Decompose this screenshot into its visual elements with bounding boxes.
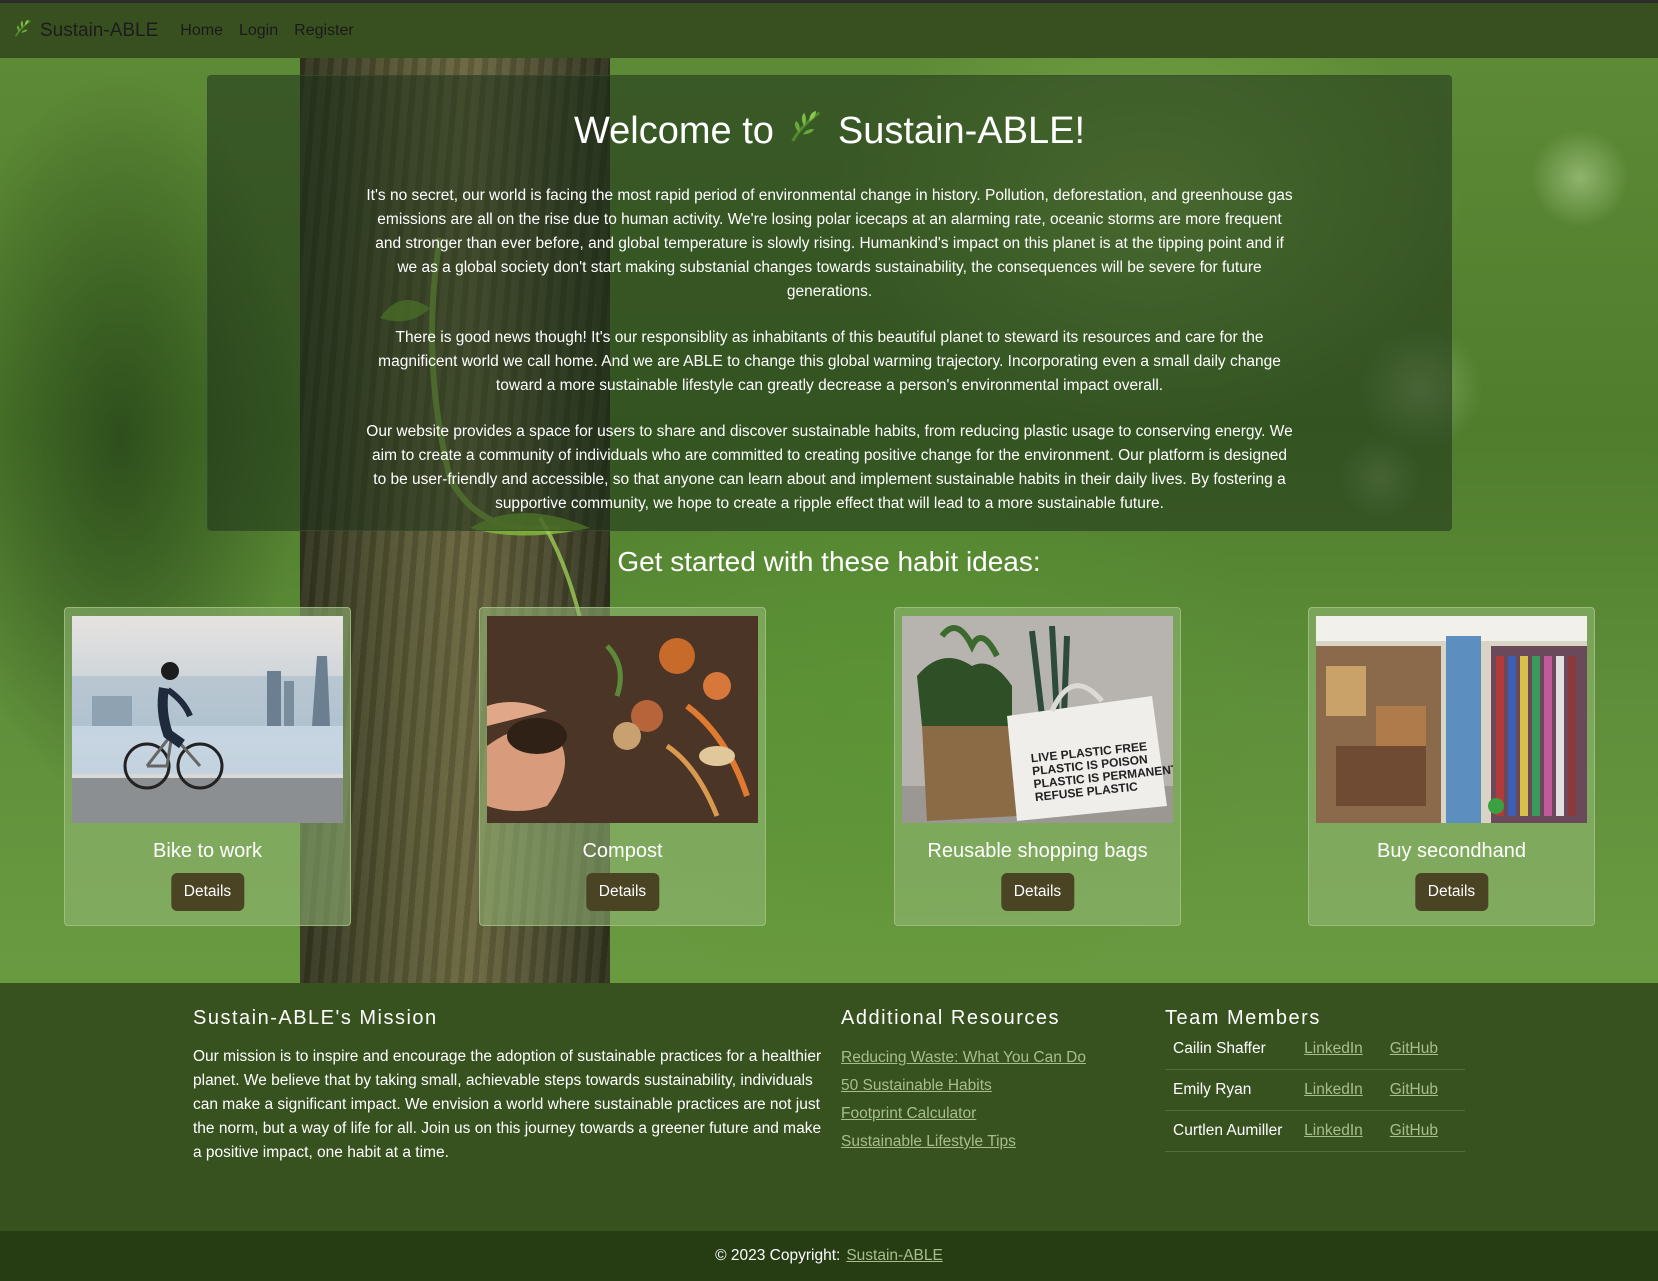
- details-button[interactable]: Details: [1414, 873, 1489, 911]
- team-member-name: Curtlen Aumiller: [1173, 1122, 1283, 1139]
- nav-register-link[interactable]: Register: [294, 22, 354, 40]
- habit-card-bags: LIVE PLASTIC FREE PLASTIC IS POISON PLAS…: [894, 607, 1181, 926]
- welcome-panel: Welcome to Sustain-ABLE! It's no secret,…: [207, 75, 1452, 531]
- leaf-icon: [786, 106, 826, 156]
- leaf-icon: [12, 17, 34, 45]
- habit-card-title: Buy secondhand: [1376, 840, 1526, 862]
- team-member-name: Emily Ryan: [1173, 1081, 1252, 1098]
- team-table: Cailin Shaffer LinkedIn GitHub Emily Rya…: [1165, 1029, 1465, 1152]
- details-button[interactable]: Details: [170, 873, 245, 911]
- hero-background: Welcome to Sustain-ABLE! It's no secret,…: [0, 58, 1658, 983]
- brand-link[interactable]: Sustain-ABLE: [12, 17, 158, 45]
- thrift-store-image: [1316, 616, 1587, 823]
- welcome-paragraph: Our website provides a space for users t…: [366, 423, 1293, 512]
- mission-heading: Sustain-ABLE's Mission: [193, 1007, 438, 1029]
- bike-to-work-image: [72, 616, 343, 823]
- welcome-title: Welcome to Sustain-ABLE!: [208, 106, 1451, 156]
- nav-home-link[interactable]: Home: [180, 22, 223, 40]
- mission-text: Our mission is to inspire and encourage …: [193, 1048, 822, 1161]
- habit-card-compost: Compost Details: [479, 607, 766, 926]
- habit-card-title: Compost: [582, 840, 663, 862]
- team-member-name: Cailin Shaffer: [1173, 1040, 1266, 1057]
- resource-link[interactable]: Sustainable Lifestyle Tips: [841, 1132, 1086, 1151]
- habit-card-secondhand: Buy secondhand Details: [1308, 607, 1595, 926]
- team-row: Curtlen Aumiller LinkedIn GitHub: [1165, 1111, 1465, 1152]
- github-link[interactable]: GitHub: [1390, 1040, 1438, 1058]
- habit-card-title: Bike to work: [153, 840, 262, 862]
- resources-heading: Additional Resources: [841, 1007, 1060, 1029]
- reusable-bags-image: LIVE PLASTIC FREE PLASTIC IS POISON PLAS…: [902, 616, 1173, 823]
- navbar: Sustain-ABLE Home Login Register: [0, 0, 1658, 58]
- habit-card-title: Reusable shopping bags: [927, 840, 1148, 862]
- copyright-bar: © 2023 Copyright: Sustain-ABLE: [0, 1231, 1658, 1281]
- welcome-paragraph: It's no secret, our world is facing the …: [366, 187, 1293, 300]
- brand-name: Sustain-ABLE: [40, 19, 159, 41]
- habit-card-bike: Bike to work Details: [64, 607, 351, 926]
- team-row: Emily Ryan LinkedIn GitHub: [1165, 1070, 1465, 1111]
- nav-links: Home Login Register: [180, 22, 369, 40]
- habits-title: Get started with these habit ideas:: [617, 546, 1041, 577]
- linkedin-link[interactable]: LinkedIn: [1304, 1081, 1363, 1099]
- github-link[interactable]: GitHub: [1390, 1081, 1438, 1099]
- team-row: Cailin Shaffer LinkedIn GitHub: [1165, 1029, 1465, 1070]
- copyright-text: © 2023 Copyright:: [715, 1247, 841, 1264]
- welcome-title-prefix: Welcome to: [573, 109, 774, 152]
- footer: Sustain-ABLE's Mission Our mission is to…: [0, 983, 1658, 1231]
- copyright-link[interactable]: Sustain-ABLE: [846, 1247, 943, 1265]
- resource-link[interactable]: Footprint Calculator: [841, 1104, 1086, 1123]
- linkedin-link[interactable]: LinkedIn: [1304, 1040, 1363, 1058]
- compost-image: [487, 616, 758, 823]
- details-button[interactable]: Details: [585, 873, 660, 911]
- resource-link[interactable]: 50 Sustainable Habits: [841, 1076, 1086, 1095]
- resource-link[interactable]: Reducing Waste: What You Can Do: [841, 1048, 1086, 1067]
- team-heading: Team Members: [1165, 1007, 1321, 1029]
- welcome-paragraph: There is good news though! It's our resp…: [378, 329, 1281, 394]
- resources-list: Reducing Waste: What You Can Do 50 Susta…: [841, 1048, 1086, 1160]
- details-button[interactable]: Details: [1000, 873, 1075, 911]
- welcome-title-brand: Sustain-ABLE!: [837, 109, 1086, 152]
- linkedin-link[interactable]: LinkedIn: [1304, 1122, 1363, 1140]
- github-link[interactable]: GitHub: [1390, 1122, 1438, 1140]
- nav-login-link[interactable]: Login: [239, 22, 278, 40]
